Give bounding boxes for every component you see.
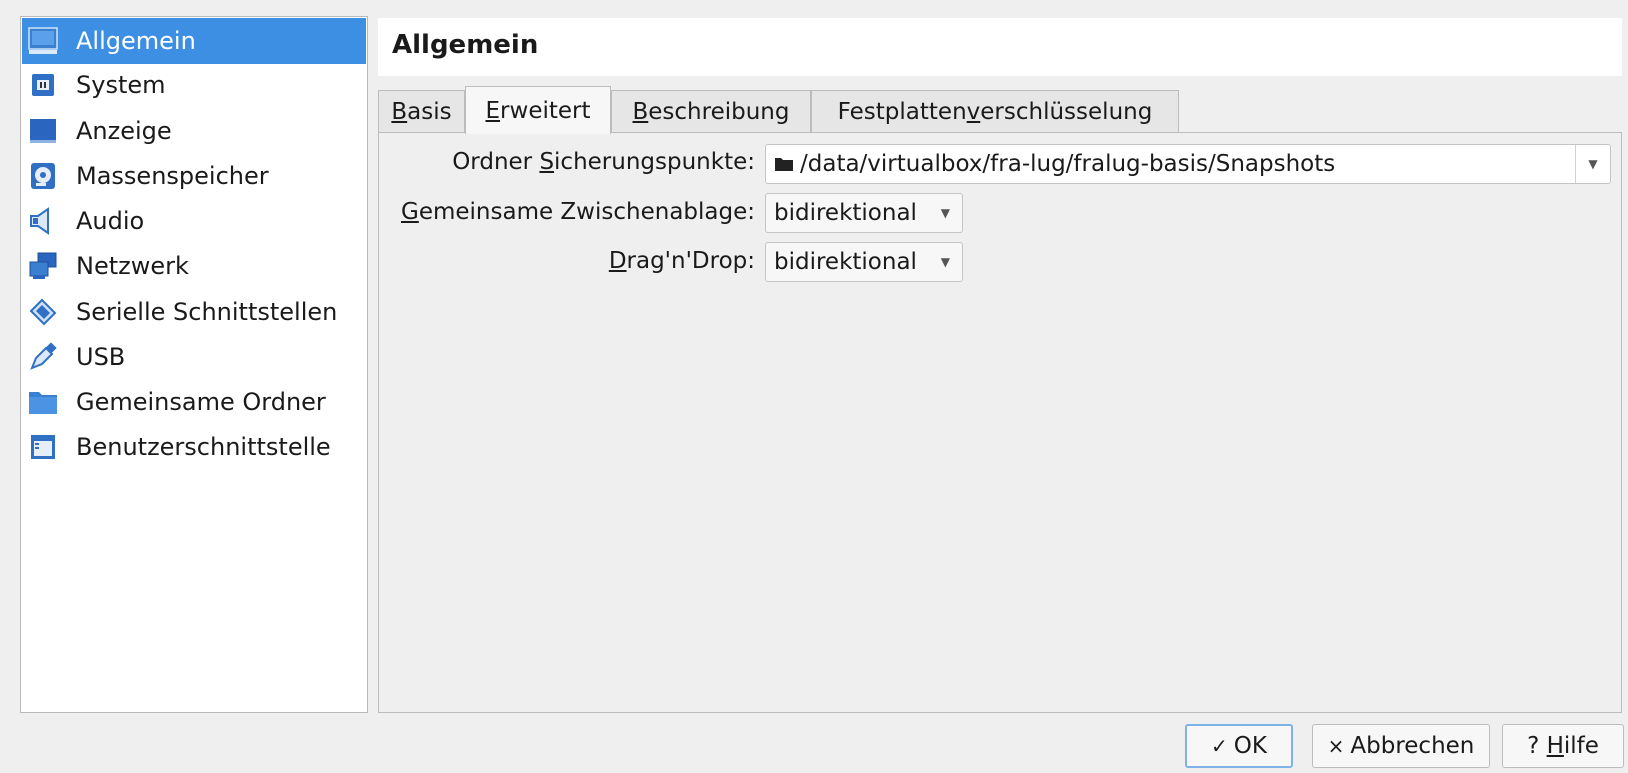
usb-icon [28,342,58,372]
sidebar-item-anzeige[interactable]: Anzeige [22,108,366,154]
sidebar-item-serielle-schnittstellen[interactable]: Serielle Schnittstellen [22,289,366,335]
sidebar-item-label: Benutzerschnittstelle [76,433,331,461]
sidebar-item-netzwerk[interactable]: Netzwerk [22,243,366,289]
snapshot-folder-value: /data/virtualbox/fra-lug/fralug-basis/Sn… [800,151,1336,177]
drag-and-drop-label: Drag'n'Drop: [608,248,755,274]
clipboard-select[interactable]: bidirektional ▼ [765,193,963,233]
sidebar-item-usb[interactable]: USB [22,334,366,380]
sidebar-item-massenspeicher[interactable]: Massenspeicher [22,153,366,199]
sidebar-item-label: USB [76,343,126,371]
cancel-button[interactable]: × Abbrechen [1312,724,1490,768]
close-icon: × [1327,734,1345,758]
folder-icon [774,156,794,172]
sidebar-item-benutzerschnittstelle[interactable]: Benutzerschnittstelle [22,424,366,470]
clipboard-value: bidirektional [774,200,917,226]
clipboard-label: Gemeinsame Zwischenablage: [400,199,755,225]
sidebar-item-gemeinsame-ordner[interactable]: Gemeinsame Ordner [22,379,366,425]
sidebar-item-label: Netzwerk [76,252,189,280]
chevron-down-icon: ▼ [940,206,950,220]
sidebar-item-label: Anzeige [76,117,172,145]
settings-sidebar: Allgemein System Anzeige Massenspeicher … [20,16,368,713]
sidebar-item-label: System [76,71,166,99]
chevron-down-icon: ▼ [940,255,950,269]
tab-beschreibung[interactable]: Beschreibung [611,90,811,132]
chevron-down-icon[interactable]: ▼ [1575,145,1610,183]
speaker-icon [28,206,58,236]
tab-festplattenverschluesselung[interactable]: Festplatten v erschlüsselung [811,90,1179,132]
page-header: Allgemein [378,18,1622,76]
drag-and-drop-select[interactable]: bidirektional ▼ [765,242,963,282]
display-icon [28,116,58,146]
disk-icon [28,161,58,191]
sidebar-item-label: Serielle Schnittstellen [76,298,338,326]
folder-icon [28,387,58,417]
check-icon: ✓ [1211,734,1228,758]
sidebar-item-label: Audio [76,207,145,235]
page-title: Allgemein [392,30,539,60]
snapshot-folder-label: Ordner Sicherungspunkte: [452,149,755,175]
tab-content-erweitert: Ordner Sicherungspunkte: /data/virtualbo… [378,132,1622,713]
monitor-icon [28,26,58,56]
ok-button[interactable]: ✓ OK [1185,724,1293,768]
snapshot-folder-combo[interactable]: /data/virtualbox/fra-lug/fralug-basis/Sn… [765,144,1611,184]
sidebar-item-system[interactable]: System [22,62,366,108]
tab-erweitert[interactable]: Erweitert [465,86,611,134]
chip-icon [28,70,58,100]
sidebar-item-allgemein[interactable]: Allgemein [22,18,366,64]
sidebar-item-label: Allgemein [76,27,196,55]
serial-port-icon [28,297,58,327]
drag-and-drop-value: bidirektional [774,249,917,275]
sidebar-item-audio[interactable]: Audio [22,198,366,244]
help-button[interactable]: ? Hilfe [1502,724,1624,768]
tab-basis[interactable]: Basis [378,90,465,132]
window-icon [28,432,58,462]
network-icon [28,251,58,281]
sidebar-item-label: Massenspeicher [76,162,269,190]
sidebar-item-label: Gemeinsame Ordner [76,388,326,416]
